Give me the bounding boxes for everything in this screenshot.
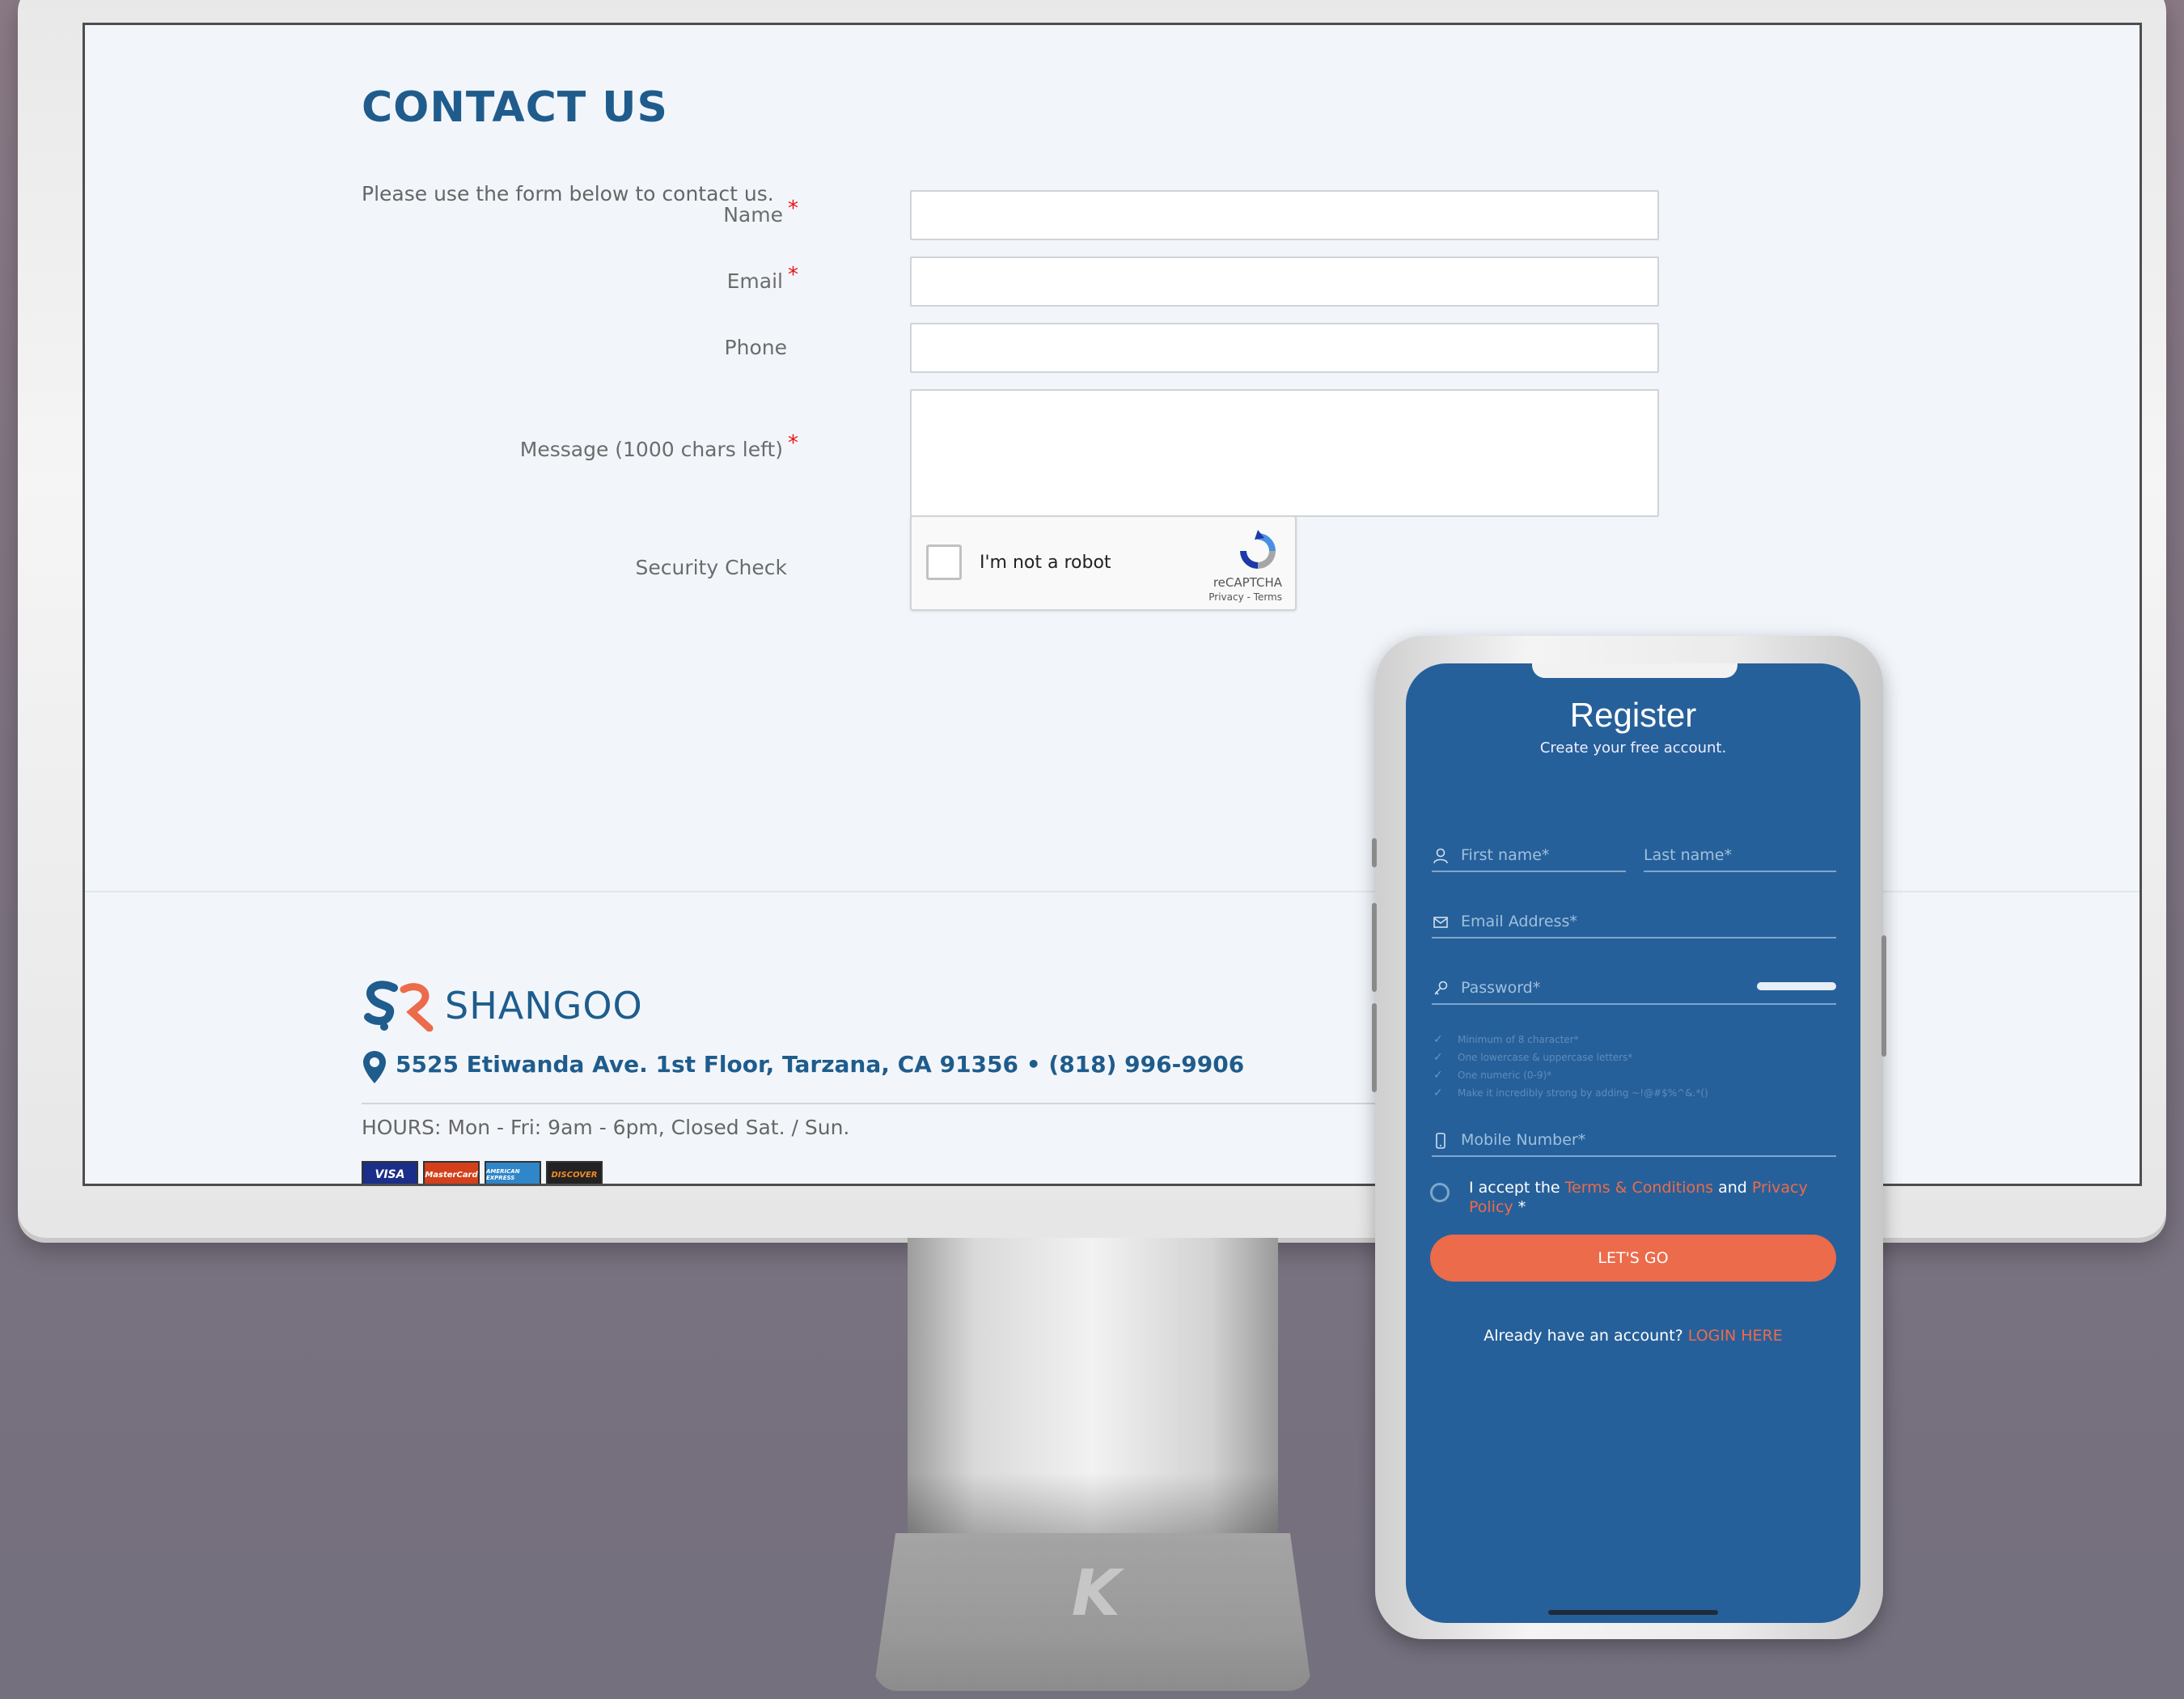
password-hint: ✓ One lowercase & uppercase letters* <box>1433 1049 1708 1066</box>
envelope-icon <box>1433 917 1448 928</box>
email-label: Email * <box>362 263 798 294</box>
mastercard-icon: MasterCard <box>423 1161 480 1184</box>
monitor-stand-neck <box>908 1238 1278 1537</box>
key-icon <box>1434 981 1448 995</box>
check-icon: ✓ <box>1433 1069 1443 1082</box>
phone-side-button <box>1372 1003 1377 1092</box>
shangoo-logo-icon <box>364 981 434 1032</box>
first-name-placeholder: First name* <box>1461 846 1550 864</box>
recaptcha-widget: I'm not a robot reCAPTCHA Privacy - Term… <box>910 515 1297 611</box>
business-hours: HOURS: Mon - Fri: 9am - 6pm, Closed Sat.… <box>362 1116 850 1139</box>
recaptcha-logo-icon <box>1240 530 1276 569</box>
accept-terms-radio[interactable] <box>1430 1183 1450 1202</box>
footer-rule <box>362 1103 1494 1104</box>
password-hint: ✓ One numeric (0-9)* <box>1433 1066 1708 1084</box>
password-requirements: ✓ Minimum of 8 character* ✓ One lowercase … <box>1433 1031 1708 1102</box>
brand-name: SHANGOO <box>445 984 643 1027</box>
accept-and: and <box>1713 1179 1752 1197</box>
first-name-field[interactable]: First name* <box>1432 840 1626 872</box>
phone-notch <box>1532 663 1737 678</box>
register-email-field[interactable]: Email Address* <box>1432 906 1836 938</box>
mobile-phone-icon <box>1436 1133 1445 1149</box>
hint-text: Make it incredibly strong by adding ~!@#… <box>1458 1087 1708 1099</box>
message-textarea[interactable] <box>910 389 1659 517</box>
required-marker: * <box>788 197 798 221</box>
login-prompt-text: Already have an account? <box>1484 1327 1688 1345</box>
phone-screen: Register Create your free account. First… <box>1406 663 1860 1623</box>
check-icon: ✓ <box>1433 1087 1443 1099</box>
password-hint: ✓ Minimum of 8 character* <box>1433 1031 1708 1049</box>
phone-power-button <box>1881 935 1886 1057</box>
phone-label-text: Phone <box>724 336 787 359</box>
name-label-text: Name <box>723 203 783 227</box>
terms-link[interactable]: Terms & Conditions <box>1565 1179 1713 1197</box>
last-name-placeholder: Last name* <box>1644 846 1732 864</box>
form-intro: Please use the form below to contact us. <box>362 182 774 205</box>
recaptcha-brand: reCAPTCHA <box>1213 575 1282 590</box>
name-label: Name * <box>362 197 798 227</box>
message-label: Message (1000 chars left) * <box>362 431 798 462</box>
amex-card-icon: AMERICAN EXPRESS <box>485 1161 541 1184</box>
hint-text: One lowercase & uppercase letters* <box>1458 1052 1633 1063</box>
accept-terms-text: I accept the Terms & Conditions and Priv… <box>1469 1178 1841 1217</box>
login-prompt: Already have an account? LOGIN HERE <box>1406 1327 1860 1345</box>
required-marker: * <box>788 263 798 287</box>
check-icon: ✓ <box>1433 1051 1443 1064</box>
phone-label: Phone <box>362 336 787 359</box>
email-label-text: Email <box>726 269 783 293</box>
recaptcha-label: I'm not a robot <box>980 553 1111 573</box>
check-icon: ✓ <box>1433 1033 1443 1046</box>
home-indicator <box>1548 1610 1718 1615</box>
message-label-text: Message (1000 chars left) <box>519 438 783 461</box>
last-name-field[interactable]: Last name* <box>1644 840 1836 872</box>
address-phone: 5525 Etiwanda Ave. 1st Floor, Tarzana, C… <box>396 1051 1245 1078</box>
location-pin-icon <box>363 1051 386 1083</box>
visa-card-icon: VISA <box>362 1161 418 1184</box>
required-marker: * <box>788 431 798 455</box>
password-hint: ✓ Make it incredibly strong by adding ~!@… <box>1433 1084 1708 1102</box>
lets-go-button[interactable]: LET'S GO <box>1430 1235 1836 1282</box>
email-placeholder: Email Address* <box>1461 913 1577 930</box>
register-title: Register <box>1569 696 1697 734</box>
mobile-placeholder: Mobile Number* <box>1461 1131 1586 1149</box>
login-here-link[interactable]: LOGIN HERE <box>1688 1327 1783 1345</box>
phone-device: Register Create your free account. First… <box>1372 636 1886 1639</box>
recaptcha-links[interactable]: Privacy - Terms <box>1208 591 1282 603</box>
phone-input[interactable] <box>910 323 1659 373</box>
accept-prefix: I accept the <box>1469 1179 1565 1197</box>
mobile-number-field[interactable]: Mobile Number* <box>1432 1125 1836 1157</box>
email-input[interactable] <box>910 256 1659 307</box>
user-icon <box>1433 848 1448 864</box>
stand-logo: K <box>1071 1557 1121 1630</box>
security-check-text: Security Check <box>635 556 787 579</box>
discover-card-icon: DISCOVER <box>546 1161 603 1184</box>
phone-side-button <box>1372 903 1377 992</box>
hint-text: Minimum of 8 character* <box>1458 1034 1579 1045</box>
register-subtitle: Create your free account. <box>1539 739 1727 756</box>
recaptcha-checkbox[interactable] <box>926 544 962 580</box>
password-strength-bar <box>1757 982 1836 990</box>
name-input[interactable] <box>910 190 1659 240</box>
password-placeholder: Password* <box>1461 979 1541 997</box>
password-field[interactable]: Password* <box>1432 972 1836 1005</box>
page-title: CONTACT US <box>362 83 668 132</box>
payment-cards: VISA MasterCard AMERICAN EXPRESS DISCOVE… <box>362 1161 603 1184</box>
accept-suffix: * <box>1513 1198 1526 1216</box>
security-check-label: Security Check <box>362 556 787 579</box>
hint-text: One numeric (0-9)* <box>1458 1070 1552 1081</box>
phone-side-button <box>1372 838 1377 867</box>
